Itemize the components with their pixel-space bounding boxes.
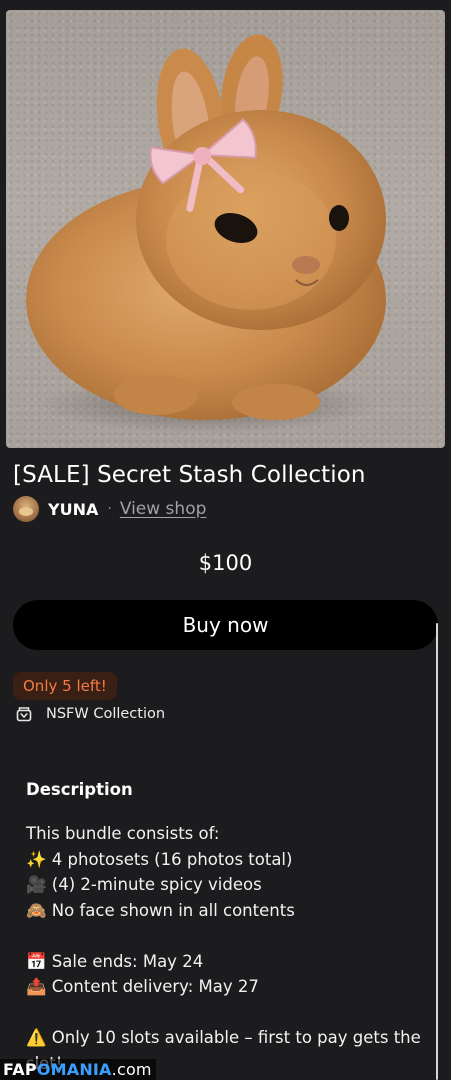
stock-badge: Only 5 left! [13,672,117,700]
description-line: 🎥 (4) 2-minute spicy videos [26,875,262,894]
description-line: 🙈 No face shown in all contents [26,900,295,920]
description-heading: Description [26,780,133,799]
watermark-part: FAP [3,1060,37,1079]
collection-row[interactable]: NSFW Collection [16,706,165,722]
product-price: $100 [198,551,253,575]
product-image[interactable] [6,10,445,448]
description-line: This bundle consists of: [26,824,220,843]
scrollbar[interactable] [436,623,438,1080]
view-shop-link[interactable]: View shop [120,499,207,519]
watermark-part: OMANIA [36,1060,112,1079]
description-line: 📅 Sale ends: May 24 [26,951,204,971]
description-body: This bundle consists of: ✨ 4 photosets (… [26,821,431,1076]
description-line: 📤 Content delivery: May 27 [26,977,259,996]
seller-avatar[interactable] [13,496,39,522]
description-line: ✨ 4 photosets (16 photos total) [26,849,293,869]
collection-box-icon [16,707,32,722]
watermark-part: .com [111,1060,152,1079]
separator-dot: · [107,501,112,517]
seller-row: YUNA · View shop [13,496,206,522]
buy-now-button[interactable]: Buy now [13,600,438,650]
bunny-illustration [26,34,386,433]
collection-label: NSFW Collection [46,706,166,722]
seller-name[interactable]: YUNA [48,500,98,519]
product-title: [SALE] Secret Stash Collection [13,462,366,488]
watermark: FAPOMANIA.com [0,1059,156,1080]
